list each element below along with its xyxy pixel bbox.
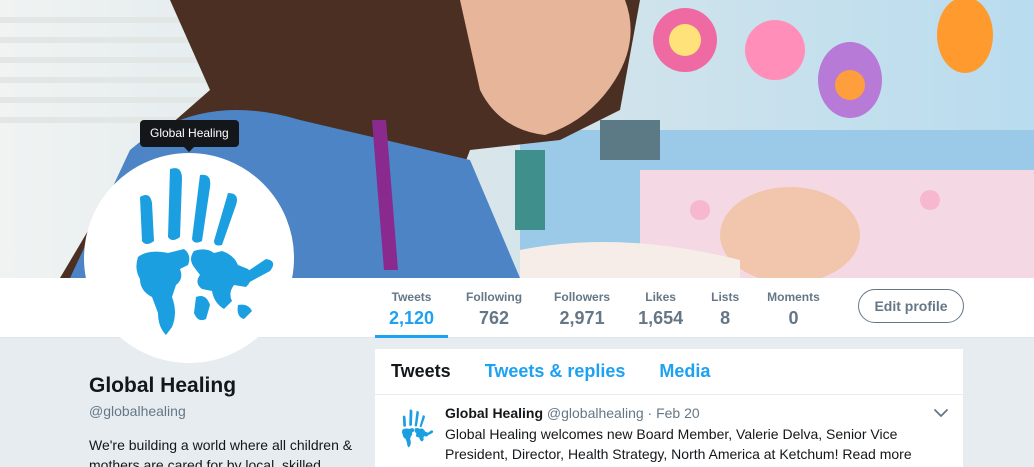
stat-following[interactable]: Following 762 xyxy=(448,278,540,338)
timeline-tabs: Tweets Tweets & replies Media xyxy=(375,349,963,395)
chevron-down-icon[interactable] xyxy=(931,405,951,421)
avatar-tooltip: Global Healing xyxy=(140,120,239,152)
stat-tweets[interactable]: Tweets 2,120 xyxy=(375,278,449,338)
stat-label: Likes xyxy=(645,290,676,304)
tweet-date[interactable]: Feb 20 xyxy=(656,405,700,421)
tweet-header: Global Healing @globalhealing · Feb 20 xyxy=(445,403,947,423)
tab-media[interactable]: Media xyxy=(659,361,710,382)
tweet-author-handle[interactable]: @globalhealing xyxy=(547,405,644,421)
tab-tweets-replies[interactable]: Tweets & replies xyxy=(485,361,626,382)
stat-value: 8 xyxy=(720,308,731,328)
tweet-avatar[interactable] xyxy=(391,407,437,453)
stat-value: 2,971 xyxy=(559,308,605,328)
tweet-text: Global Healing welcomes new Board Member… xyxy=(445,426,912,467)
tweet-item[interactable]: Global Healing @globalhealing · Feb 20 G… xyxy=(375,395,963,467)
profile-bio: We're building a world where all childre… xyxy=(89,437,353,467)
stat-label: Tweets xyxy=(391,290,432,304)
profile-stats: Tweets 2,120 Following 762 Followers 2,9… xyxy=(375,278,834,338)
tab-tweets[interactable]: Tweets xyxy=(391,361,451,382)
profile-handle[interactable]: @globalhealing xyxy=(89,401,359,421)
stat-label: Followers xyxy=(554,290,611,304)
handprint-world-map-logo xyxy=(136,168,274,335)
stat-likes[interactable]: Likes 1,654 xyxy=(624,278,697,338)
profile-avatar[interactable] xyxy=(84,153,294,363)
stat-value: 0 xyxy=(788,308,799,328)
stat-value: 2,120 xyxy=(389,308,435,328)
stat-label: Moments xyxy=(767,290,820,304)
edit-profile-button[interactable]: Edit profile xyxy=(858,289,964,323)
tweet-separator: · xyxy=(647,405,653,421)
stat-value: 1,654 xyxy=(638,308,684,328)
stat-value: 762 xyxy=(479,308,510,328)
stat-followers[interactable]: Followers 2,971 xyxy=(540,278,624,338)
stat-label: Lists xyxy=(711,290,740,304)
stat-moments[interactable]: Moments 0 xyxy=(753,278,834,338)
profile-page: Tweets 2,120 Following 762 Followers 2,9… xyxy=(0,0,1034,467)
handprint-world-map-logo xyxy=(402,409,434,448)
tweet-author-name[interactable]: Global Healing xyxy=(445,405,543,421)
profile-name[interactable]: Global Healing xyxy=(89,372,359,400)
stat-lists[interactable]: Lists 8 xyxy=(697,278,753,338)
profile-card: Global Healing @globalhealing We're buil… xyxy=(89,372,359,467)
timeline: Tweets Tweets & replies Media Global Hea… xyxy=(375,349,963,467)
stat-label: Following xyxy=(466,290,523,304)
